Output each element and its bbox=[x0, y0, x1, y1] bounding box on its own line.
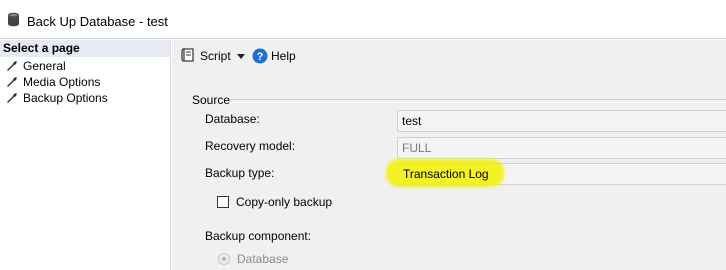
chevron-down-icon[interactable] bbox=[237, 54, 245, 59]
database-label: Database: bbox=[205, 112, 260, 126]
recovery-model-field: FULL bbox=[397, 137, 726, 159]
sidebar-item-label: Backup Options bbox=[23, 91, 108, 105]
wrench-icon bbox=[6, 92, 18, 108]
help-button[interactable]: Help bbox=[271, 48, 296, 64]
wrench-icon bbox=[6, 60, 18, 76]
sidebar-item-label: Media Options bbox=[23, 75, 101, 89]
database-icon bbox=[7, 12, 20, 30]
toolbar: Script ? Help bbox=[172, 40, 726, 72]
window-title: Back Up Database - test bbox=[27, 14, 168, 29]
database-field[interactable]: test bbox=[397, 110, 726, 132]
backup-type-value: Transaction Log bbox=[403, 167, 489, 181]
backup-component-label: Backup component: bbox=[205, 229, 312, 243]
source-group-label: Source bbox=[192, 93, 231, 107]
recovery-model-label: Recovery model: bbox=[205, 139, 296, 153]
svg-text:?: ? bbox=[257, 51, 264, 63]
page-selector-pane: Select a page General Media Options Back… bbox=[0, 40, 171, 270]
database-radio bbox=[218, 253, 230, 265]
copy-only-label[interactable]: Copy-only backup bbox=[236, 195, 332, 209]
content-pane: Script ? Help Source Database: test Reco… bbox=[172, 40, 726, 270]
select-page-header: Select a page bbox=[0, 40, 170, 57]
wrench-icon bbox=[6, 76, 18, 92]
title-bar: Back Up Database - test bbox=[0, 0, 726, 39]
backup-type-label: Backup type: bbox=[205, 166, 275, 180]
divider bbox=[231, 99, 726, 100]
script-icon[interactable] bbox=[180, 48, 196, 67]
copy-only-checkbox[interactable] bbox=[217, 196, 229, 208]
database-radio-label: Database bbox=[237, 252, 289, 266]
script-button[interactable]: Script bbox=[200, 48, 231, 64]
sidebar-item-label: General bbox=[23, 59, 66, 73]
help-icon[interactable]: ? bbox=[252, 48, 268, 67]
